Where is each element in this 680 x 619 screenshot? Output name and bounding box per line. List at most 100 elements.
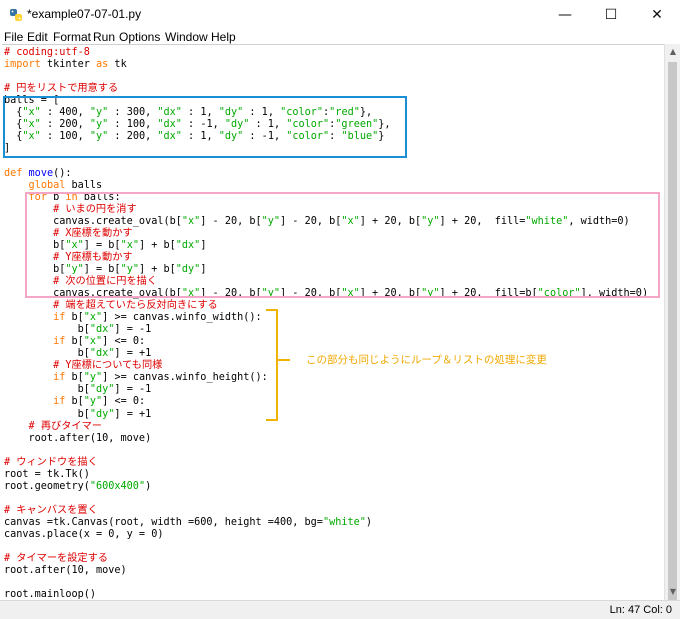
menu-bar: File Edit Format Run Options Window Help — [0, 30, 680, 44]
code-token: b[ — [65, 312, 84, 324]
code-token: as — [96, 59, 109, 71]
code-token: tk — [108, 59, 127, 71]
menu-file[interactable]: File — [4, 30, 23, 44]
code-token: if — [53, 312, 66, 324]
menu-run[interactable]: Run — [93, 30, 115, 44]
annotation-note: この部分も同じようにループ＆リストの処理に変更 — [306, 354, 547, 366]
code-token: b[ — [4, 384, 90, 396]
code-token: if — [53, 336, 66, 348]
title-bar: *example07-07-01.py — ☐ ✕ — [0, 0, 680, 30]
window-title: *example07-07-01.py — [27, 7, 142, 21]
close-button[interactable]: ✕ — [634, 0, 680, 30]
code-token: b[ — [4, 324, 90, 336]
code-line: b["dx"] = +1 — [4, 348, 152, 360]
scroll-down-icon[interactable]: ▼ — [665, 584, 680, 600]
code-token: ] >= canvas.winfo_width(): — [102, 312, 262, 324]
menu-window[interactable]: Window — [165, 30, 208, 44]
code-token: "dx" — [89, 324, 115, 336]
code-token: # 円をリストで用意する — [4, 83, 119, 95]
code-token: # キャンバスを置く — [4, 504, 98, 516]
code-line: global balls — [4, 179, 103, 192]
code-token: root.after(10, move) — [4, 565, 127, 577]
code-token: b[ — [4, 408, 90, 420]
code-token: # 再びタイマー — [28, 420, 102, 432]
python-idle-icon — [10, 9, 22, 21]
code-token: ] = +1 — [114, 408, 152, 420]
minimize-button[interactable]: — — [542, 0, 588, 30]
code-token: ] >= canvas.winfo_height(): — [102, 372, 268, 384]
balls-list-highlight — [3, 96, 407, 158]
code-token: tkinter — [40, 59, 97, 71]
annotation-bracket — [266, 309, 278, 421]
code-token: move — [28, 167, 54, 179]
code-token: # 端を超えていたら反対向きにする — [53, 300, 218, 312]
code-token: ] <= 0: — [102, 396, 146, 408]
code-token: global — [28, 179, 66, 191]
code-line: root.after(10, move) — [4, 432, 152, 445]
status-bar: Ln: 47 Col: 0 — [0, 600, 680, 619]
code-token: balls — [65, 179, 103, 191]
code-token: "dx" — [89, 348, 115, 360]
menu-edit[interactable]: Edit — [27, 30, 48, 44]
code-line: import tkinter as tk — [4, 59, 127, 71]
code-token: ) — [365, 516, 373, 528]
code-line: root.after(10, move) — [4, 565, 127, 577]
code-token: b[ — [65, 396, 84, 408]
code-token: # タイマーを設定する — [4, 553, 108, 565]
code-token: b[ — [65, 372, 84, 384]
scroll-up-icon[interactable]: ▲ — [665, 44, 680, 60]
vertical-scrollbar[interactable]: ▲ ▼ — [664, 44, 680, 606]
code-token: "white" — [322, 516, 366, 528]
code-token: def — [4, 167, 23, 179]
code-line: if b["x"] >= canvas.winfo_width(): — [4, 312, 262, 324]
code-line: root.geometry("600x400") — [4, 481, 151, 493]
code-token: if — [53, 372, 66, 384]
code-token: canvas =tk.Canvas(root, width =600, heig… — [4, 516, 323, 528]
code-line: # coding:utf-8 — [4, 47, 90, 59]
code-token: root.after(10, move) — [4, 432, 152, 444]
code-line: if b["y"] <= 0: — [4, 396, 145, 408]
code-token: "dy" — [89, 408, 115, 420]
code-line: root = tk.Tk() — [4, 469, 90, 481]
code-token: "600x400" — [89, 480, 146, 492]
code-token: ] = -1 — [114, 384, 152, 396]
code-line: # 端を超えていたら反対向きにする — [4, 300, 218, 312]
code-line: b["dy"] = +1 — [4, 408, 152, 421]
code-line: # ウィンドウを描く — [4, 457, 98, 469]
code-token: ] <= 0: — [102, 336, 146, 348]
scroll-thumb[interactable] — [668, 62, 677, 606]
for-loop-highlight — [25, 192, 660, 298]
code-editor[interactable]: root.mainloop() root.after(10, move) # タイマ… — [2, 44, 664, 601]
code-token: root.geometry( — [4, 480, 90, 492]
code-token: ) — [145, 480, 152, 492]
menu-options[interactable]: Options — [119, 30, 160, 44]
code-token: "y" — [83, 372, 103, 384]
code-line: if b["x"] <= 0: — [4, 336, 145, 348]
menu-format[interactable]: Format — [53, 30, 91, 44]
code-token: # Y座標についても同様 — [53, 360, 163, 372]
code-token: "x" — [83, 312, 103, 324]
code-line: b["dx"] = -1 — [4, 324, 152, 336]
code-token: b[ — [4, 348, 90, 360]
code-line: canvas =tk.Canvas(root, width =600, heig… — [4, 517, 372, 529]
menu-help[interactable]: Help — [211, 30, 236, 44]
code-line: # Y座標についても同様 — [4, 360, 162, 372]
code-token: import — [4, 59, 41, 71]
code-line: # キャンバスを置く — [4, 505, 98, 517]
code-line: # 円をリストで用意する — [4, 83, 118, 95]
maximize-button[interactable]: ☐ — [588, 0, 634, 30]
code-line: # タイマーを設定する — [4, 553, 108, 565]
code-line: if b["y"] >= canvas.winfo_height(): — [4, 372, 268, 384]
code-line: def move(): — [4, 168, 72, 180]
code-token: (): — [53, 167, 72, 179]
code-token: # coding:utf-8 — [4, 47, 90, 58]
code-token: root = tk.Tk() — [4, 468, 90, 480]
code-token: root.mainloop() — [4, 589, 97, 601]
cursor-position: Ln: 47 Col: 0 — [609, 604, 672, 616]
